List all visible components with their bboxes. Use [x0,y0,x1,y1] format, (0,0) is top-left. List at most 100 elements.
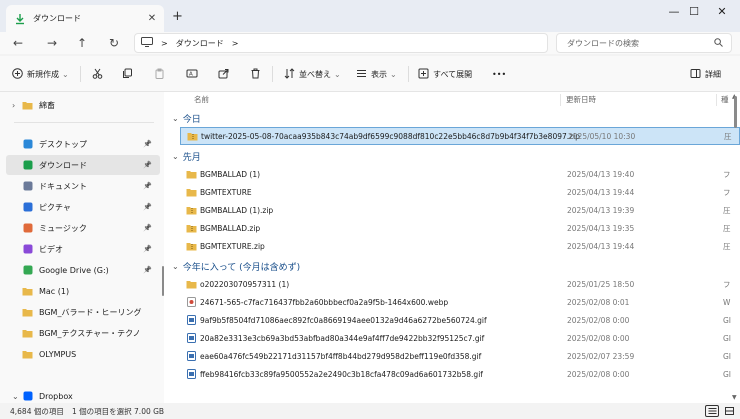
paste-button[interactable] [154,66,169,82]
pin-icon[interactable]: 📌 [143,182,152,190]
file-row[interactable]: BGMBALLAD (1).zip 2025/04/13 19:39 圧 [180,201,740,219]
file-type: 圧 [723,241,731,251]
sidebar-item[interactable]: › 綿畜 [6,95,160,115]
breadcrumb-downloads[interactable]: ダウンロード [176,38,224,49]
divider [272,66,273,82]
copy-button[interactable] [122,66,137,82]
sidebar-item-label: BGM_バラード・ヒーリング [39,307,142,317]
file-row[interactable]: 20a82e3313e3cb69a3bd53abfbad80a344e9af4f… [180,329,740,347]
sort-icon [284,67,299,81]
file-row[interactable]: BGMTEXTURE 2025/04/13 19:44 フ [180,183,740,201]
new-label: 新規作成 [27,69,59,79]
music-icon [22,223,33,234]
cut-button[interactable] [92,66,107,82]
sidebar-item[interactable]: ダウンロード 📌 [6,155,160,175]
expand-chevron-icon[interactable]: ⌄ [12,392,19,401]
pin-icon[interactable]: 📌 [143,203,152,211]
sidebar-item[interactable]: BGM_バラード・ヒーリング [6,302,160,322]
tiles-view-button[interactable] [722,405,736,417]
group-header[interactable]: ⌄ 今年に入って (今月は含めず) [172,260,300,273]
details-pane-button[interactable]: 詳細 [690,66,721,82]
vertical-scrollbar[interactable] [734,96,737,128]
scroll-down-arrow[interactable]: ▼ [732,394,737,401]
file-date: 2025/04/13 19:44 [567,241,635,251]
file-date: 2025/04/13 19:40 [567,169,635,179]
column-divider[interactable] [560,94,561,106]
share-button[interactable] [218,66,233,82]
folder-icon [186,279,197,290]
column-header-name[interactable]: 名前 [194,92,209,106]
close-tab-icon[interactable]: ✕ [144,13,160,24]
sidebar-item-label: Google Drive (G:) [39,265,109,275]
file-name: ffeb98416fcb33c89fa9500552a2e2490c3b18cf… [200,369,483,379]
refresh-button[interactable]: ↻ [104,35,124,51]
details-view-button[interactable] [705,405,719,417]
sidebar-item[interactable]: BGM_テクスチャー・テクノ [6,323,160,343]
file-name: BGMBALLAD.zip [200,223,261,233]
breadcrumb-separator: > [231,38,239,48]
expand-all-button[interactable]: すべて展開 [418,66,472,82]
tiles-view-icon [724,407,734,415]
gif-icon [186,333,197,344]
file-row[interactable]: 24671-565-c7fac716437fbb2a60bbbecf0a2a9f… [180,293,740,311]
file-row[interactable]: o202203070957311 (1) 2025/01/25 18:50 フ [180,275,740,293]
gif-icon [186,315,197,326]
sidebar-item-label: ミュージック [39,223,87,233]
file-row[interactable]: ffeb98416fcb33c89fa9500552a2e2490c3b18cf… [180,365,740,383]
column-header-type[interactable]: 種 [721,92,729,106]
file-row[interactable]: BGMBALLAD (1) 2025/04/13 19:40 フ [180,165,740,183]
dropbox-icon [22,391,33,402]
view-label: 表示 [371,69,387,79]
file-name: eae60a476fc549b22171d31157bf4ff8b44bd279… [200,351,482,361]
expand-chevron-icon[interactable]: › [12,101,15,110]
sidebar-item[interactable]: OLYMPUS [6,344,160,364]
file-type: フ [723,279,731,289]
delete-button[interactable] [250,66,265,82]
sidebar-item[interactable]: ミュージック 📌 [6,218,160,238]
group-header[interactable]: ⌄ 今日 [172,112,201,125]
file-row[interactable]: BGMTEXTURE.zip 2025/04/13 19:44 圧 [180,237,740,255]
webp-icon [186,297,197,308]
address-bar[interactable]: > ダウンロード > [134,33,548,53]
sidebar-item[interactable]: ビデオ 📌 [6,239,160,259]
close-window-button[interactable]: ✕ [700,0,740,22]
file-row[interactable]: eae60a476fc549b22171d31157bf4ff8b44bd279… [180,347,740,365]
file-row[interactable]: 9af9b5f8504fd71086aec892fc0a8669194aee01… [180,311,740,329]
file-type: 圧 [723,205,731,215]
sidebar-item[interactable]: デスクトップ 📌 [6,134,160,154]
sidebar-item[interactable]: Mac (1) [6,281,160,301]
forward-button[interactable]: → [42,35,62,51]
navigation-pane: › 綿畜 デスクトップ 📌 ダウンロード 📌 ドキュメント 📌 ピクチャ 📌 ミュージック 📌 ビデオ 📌… [0,92,164,403]
back-button[interactable]: ← [8,35,28,51]
new-button[interactable]: 新規作成 ⌄ [12,66,69,82]
file-name: BGMTEXTURE [200,187,252,197]
pin-icon[interactable]: 📌 [143,224,152,232]
new-tab-button[interactable]: + [172,9,183,24]
sidebar-item[interactable]: Google Drive (G:) 📌 [6,260,160,280]
file-row[interactable]: BGMBALLAD.zip 2025/04/13 19:35 圧 [180,219,740,237]
chevron-down-icon: ⌄ [172,114,179,123]
pin-icon[interactable]: 📌 [143,245,152,253]
search-input[interactable]: ダウンロードの検索 [556,33,732,53]
sidebar-item[interactable]: ピクチャ 📌 [6,197,160,217]
column-divider[interactable] [716,94,717,106]
pin-icon[interactable]: 📌 [143,161,152,169]
rename-button[interactable]: A [186,66,202,82]
more-options-button[interactable]: ••• [492,66,506,82]
gif-icon [186,351,197,362]
file-row[interactable]: twitter-2025-05-08-70acaa935b843c74ab9df… [180,127,740,145]
tab-downloads[interactable]: ダウンロード ✕ [6,5,164,32]
share-icon [218,68,233,81]
sort-button[interactable]: 並べ替え ⌄ [284,66,341,82]
pin-icon[interactable]: 📌 [143,140,152,148]
pin-icon[interactable]: 📌 [143,266,152,274]
sidebar-item[interactable]: ⌄ Dropbox [6,386,160,403]
view-button[interactable]: 表示 ⌄ [356,66,397,82]
sidebar-item[interactable]: ドキュメント 📌 [6,176,160,196]
divider [408,66,409,82]
column-header-date[interactable]: 更新日時 [566,92,596,106]
google-drive-icon [22,265,33,276]
group-title: 先月 [182,153,201,163]
group-header[interactable]: ⌄ 先月 [172,150,201,163]
up-button[interactable]: ↑ [72,35,92,51]
